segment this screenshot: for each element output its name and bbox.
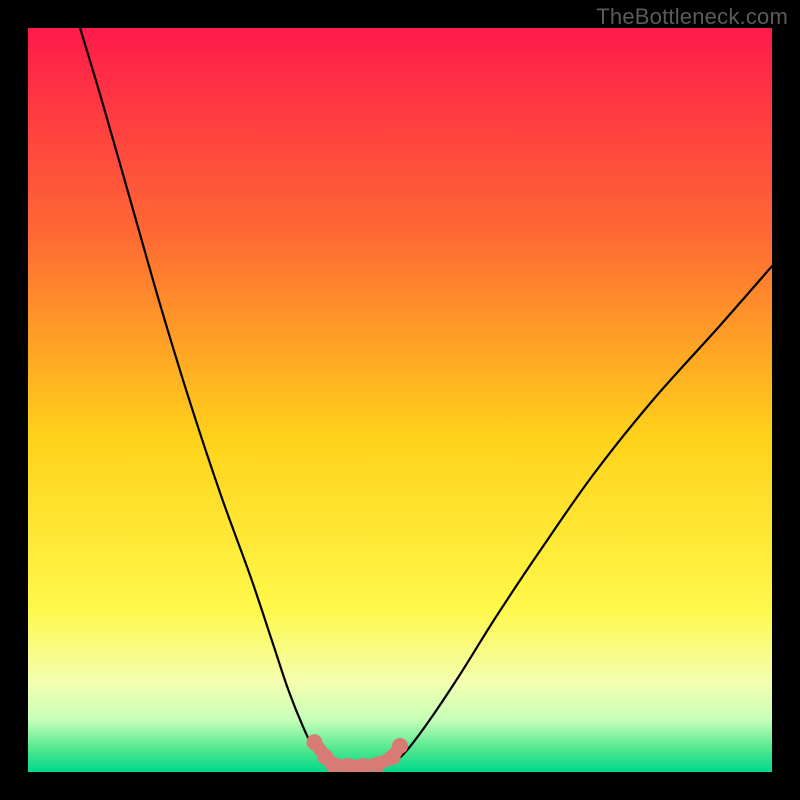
watermark-text: TheBottleneck.com <box>596 4 788 30</box>
salmon-dot <box>306 734 322 750</box>
salmon-dot <box>392 738 408 754</box>
chart-svg <box>28 28 772 772</box>
gradient-background <box>28 28 772 772</box>
outer-frame: TheBottleneck.com <box>0 0 800 800</box>
salmon-dot <box>370 757 386 772</box>
salmon-dot <box>325 757 341 772</box>
plot-area <box>28 28 772 772</box>
